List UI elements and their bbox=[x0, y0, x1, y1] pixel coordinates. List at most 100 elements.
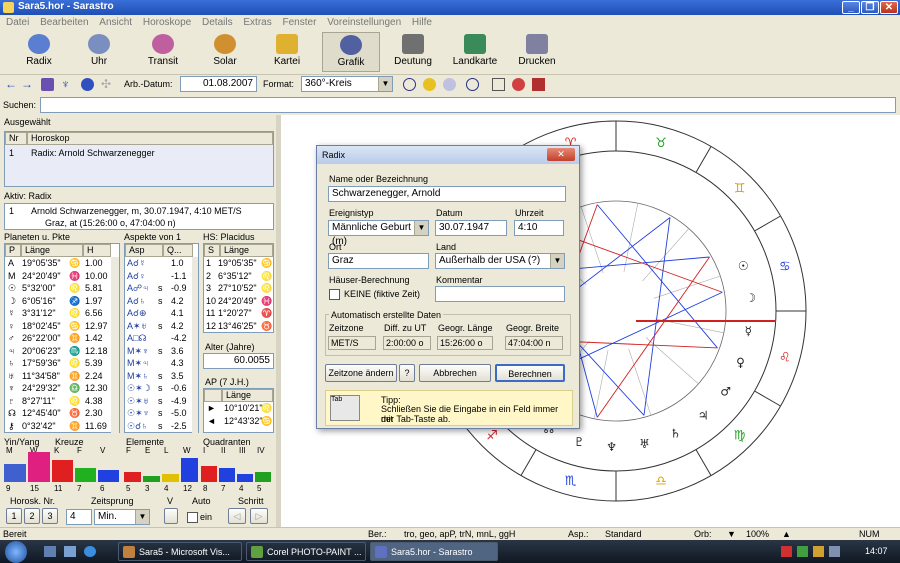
toolbar-solar-button[interactable]: Solar bbox=[196, 32, 254, 72]
planet-row[interactable]: ♅ 11°34'58" ♊ 2.24 bbox=[5, 371, 111, 383]
aspect-row[interactable]: M✶♃ 4.3 bbox=[125, 358, 193, 370]
aspect-row[interactable]: A□☊ -4.2 bbox=[125, 333, 193, 345]
square-icon[interactable] bbox=[492, 78, 505, 91]
tray-icon[interactable] bbox=[813, 546, 824, 557]
house-row[interactable]: 3 27°10'52" ♌ bbox=[204, 283, 273, 295]
house-row[interactable]: 12 13°46'25" ♉ bbox=[204, 321, 273, 333]
planet-row[interactable]: ⚷ 0°32'42" ♊ 11.69 bbox=[5, 421, 111, 433]
uhrzeit-field[interactable]: 4:10 bbox=[514, 220, 564, 236]
aspects-scrollbar[interactable] bbox=[192, 257, 198, 433]
show-desktop-icon[interactable] bbox=[44, 546, 56, 557]
menu-fenster[interactable]: Fenster bbox=[283, 17, 317, 28]
house-row[interactable]: 2 6°35'12" ♌ bbox=[204, 271, 273, 283]
datum-field[interactable]: 30.07.1947 bbox=[435, 220, 507, 236]
planet-row[interactable]: ♇ 8°27'11" ♌ 4.38 bbox=[5, 396, 111, 408]
house-row[interactable]: 11 1°20'27" ♈ bbox=[204, 308, 273, 320]
format-select[interactable]: 360°-Kreis ▼ bbox=[301, 76, 393, 92]
task-sarastro[interactable]: Sara5.hor - Sarastro bbox=[370, 542, 498, 561]
planet-row[interactable]: M 24°20'49" ♓ 10.00 bbox=[5, 271, 111, 283]
toolbar-deutung-button[interactable]: Deutung bbox=[384, 32, 442, 72]
menu-details[interactable]: Details bbox=[202, 17, 233, 28]
grid-icon[interactable] bbox=[41, 78, 54, 91]
abbrechen-button[interactable]: Abbrechen bbox=[419, 364, 491, 382]
selected-list[interactable]: Nr Horoskop 1 Radix: Arnold Schwarzenegg… bbox=[4, 131, 274, 187]
planet-row[interactable]: ♄ 17°59'36" ♌ 5.39 bbox=[5, 358, 111, 370]
orb-down-icon[interactable]: ▼ bbox=[727, 529, 736, 539]
zeitzone-aendern-button[interactable]: Zeitzone ändern bbox=[325, 364, 397, 382]
ap-row[interactable]: ► 10°10'21" ♌ bbox=[204, 403, 273, 415]
help-button[interactable]: ? bbox=[399, 364, 415, 382]
house-row[interactable]: 1 19°05'35" ♋ bbox=[204, 258, 273, 270]
horosk-3-button[interactable]: 3 bbox=[42, 508, 58, 524]
menu-voreinstellungen[interactable]: Voreinstellungen bbox=[327, 17, 401, 28]
date-field[interactable]: 01.08.2007 bbox=[180, 76, 257, 92]
volume-icon[interactable] bbox=[829, 546, 840, 557]
berechnen-button[interactable]: Berechnen bbox=[495, 364, 565, 382]
task-sara5-visual[interactable]: Sara5 - Microsoft Vis... bbox=[118, 542, 242, 561]
orb-up-icon[interactable]: ▲ bbox=[782, 529, 791, 539]
toolbar-drucken-button[interactable]: Drucken bbox=[508, 32, 566, 72]
col-laenge-header[interactable]: Länge bbox=[220, 244, 273, 257]
menu-extras[interactable]: Extras bbox=[243, 17, 271, 28]
land-select[interactable]: Außerhalb der USA (?) ▼ bbox=[435, 253, 565, 269]
horosk-1-button[interactable]: 1 bbox=[6, 508, 22, 524]
close-button[interactable]: ✕ bbox=[880, 1, 898, 14]
aspect-row[interactable]: ☉✶☽ s -0.6 bbox=[125, 383, 193, 395]
cross-arrows-icon[interactable]: ✣ bbox=[101, 78, 114, 91]
col-s-header[interactable]: S bbox=[204, 244, 220, 257]
aspect-row[interactable]: A✶♅ s 4.2 bbox=[125, 321, 193, 333]
col-p-header[interactable]: P bbox=[5, 244, 21, 257]
minimize-button[interactable]: _ bbox=[842, 1, 860, 14]
aspect-row[interactable]: ☉✶♆ s -5.0 bbox=[125, 408, 193, 420]
planet-row[interactable]: A 19°05'35" ♋ 1.00 bbox=[5, 258, 111, 270]
col-h-header[interactable]: H bbox=[83, 244, 111, 257]
ap-table[interactable]: Länge ► 10°10'21" ♌ ◄ 12°43'32" ♋ bbox=[203, 388, 274, 433]
network-icon[interactable] bbox=[797, 546, 808, 557]
col-nr-header[interactable]: Nr bbox=[5, 132, 27, 145]
aspect-row[interactable]: M✶♄ s 3.5 bbox=[125, 371, 193, 383]
planet-row[interactable]: ♀ 18°02'45" ♋ 12.97 bbox=[5, 321, 111, 333]
aspect-row[interactable]: A☌♀ -1.1 bbox=[125, 271, 193, 283]
zeitsprung-field[interactable]: 4 bbox=[66, 509, 92, 525]
planet-row[interactable]: ☿ 3°31'12" ♌ 6.56 bbox=[5, 308, 111, 320]
red-chart-icon[interactable] bbox=[512, 78, 525, 91]
selected-row-nr[interactable]: 1 bbox=[9, 148, 14, 158]
empty-circle-icon[interactable] bbox=[466, 78, 479, 91]
alter-value[interactable]: 60.0055 bbox=[203, 353, 274, 369]
planet-row[interactable]: ♂ 26°22'00" ♊ 1.42 bbox=[5, 333, 111, 345]
col-asp-header[interactable]: Asp bbox=[125, 244, 163, 257]
red-grid-icon[interactable] bbox=[532, 78, 545, 91]
aspect-row[interactable]: ☉☌♄ s -2.5 bbox=[125, 421, 193, 433]
ereignis-select[interactable]: Männliche Geburt (m) ▼ bbox=[328, 220, 429, 247]
v-step-button[interactable] bbox=[164, 508, 178, 524]
aspects-table[interactable]: Asp Q... A☌☿ 1.0 A☌♀ -1.1 A☍♃ s -0.9 A☌♄ s 4.2 A☌⊕… bbox=[124, 243, 199, 433]
auto-checkbox[interactable] bbox=[187, 512, 198, 523]
wheel-icon[interactable] bbox=[443, 78, 456, 91]
planet-row[interactable]: ☉ 5°32'00" ♌ 5.81 bbox=[5, 283, 111, 295]
aspect-row[interactable]: ☉✶♅ s -4.9 bbox=[125, 396, 193, 408]
ap-col-laenge-header[interactable]: Länge bbox=[222, 389, 273, 402]
planets-scrollbar[interactable] bbox=[111, 257, 119, 433]
forward-arrow-icon[interactable]: → bbox=[21, 78, 34, 91]
task-corel[interactable]: Corel PHOTO-PAINT ... bbox=[246, 542, 366, 561]
col-q-header[interactable]: Q... bbox=[163, 244, 193, 257]
aspect-row[interactable]: A☌♄ s 4.2 bbox=[125, 296, 193, 308]
aspect-row[interactable]: A☌⊕ 4.1 bbox=[125, 308, 193, 320]
col-horoskop-header[interactable]: Horoskop bbox=[27, 132, 273, 145]
circle-aspect-icon[interactable] bbox=[403, 78, 416, 91]
planet-row[interactable]: ☊ 12°45'40" ♉ 2.30 bbox=[5, 408, 111, 420]
horosk-2-button[interactable]: 2 bbox=[24, 508, 40, 524]
toolbar-kartei-button[interactable]: Kartei bbox=[258, 32, 316, 72]
planets-table[interactable]: P Länge H A 19°05'35" ♋ 1.00 M 24°20'49" ♓ 10.0… bbox=[4, 243, 120, 433]
unit-select[interactable]: Min. ▼ bbox=[94, 509, 150, 525]
toolbar-radix-button[interactable]: Radix bbox=[10, 32, 68, 72]
step-forward-button[interactable]: ▷ bbox=[250, 508, 268, 524]
toolbar-uhr-button[interactable]: Uhr bbox=[70, 32, 128, 72]
toolbar-grafik-button[interactable]: Grafik bbox=[322, 32, 380, 72]
dialog-close-button[interactable]: ✕ bbox=[547, 148, 575, 161]
menu-horoskope[interactable]: Horoskope bbox=[143, 17, 191, 28]
security-icon[interactable] bbox=[781, 546, 792, 557]
menu-ansicht[interactable]: Ansicht bbox=[99, 17, 132, 28]
mask-icon[interactable] bbox=[81, 78, 94, 91]
haeuser-checkbox[interactable] bbox=[329, 289, 340, 300]
